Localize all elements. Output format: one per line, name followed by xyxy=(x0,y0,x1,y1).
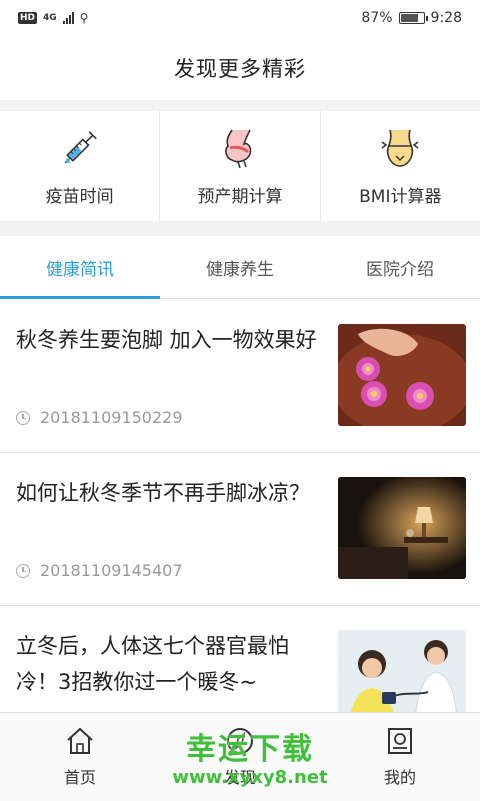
status-bar: HD 4G ⚲ 87% 9:28 xyxy=(0,0,480,36)
news-time: 20181109150229 xyxy=(16,408,183,427)
timestamp: 20181109145407 xyxy=(40,561,183,580)
bedroom-lamp-image xyxy=(338,477,466,579)
status-right: 87% 9:28 xyxy=(361,10,462,26)
nav-label: 发现 xyxy=(223,768,256,787)
list-item[interactable]: 秋冬养生要泡脚 加入一物效果好 20181109150229 xyxy=(0,300,480,453)
tool-bmi[interactable]: BMI计算器 xyxy=(321,111,480,221)
tool-label: BMI计算器 xyxy=(359,186,442,207)
divider xyxy=(0,100,480,111)
foot-soak-flowers-image xyxy=(338,324,466,426)
waist-measure-icon xyxy=(381,129,419,167)
tab-health-news[interactable]: 健康简讯 xyxy=(0,236,160,299)
list-item[interactable]: 如何让秋冬季节不再手脚冰凉？ 20181109145407 xyxy=(0,453,480,606)
battery-icon xyxy=(398,12,428,24)
tool-label: 疫苗时间 xyxy=(45,186,114,207)
hd-badge: HD xyxy=(18,12,38,24)
news-title: 立冬后，人体这七个器官最怕冷！3招教你过一个暖冬~ xyxy=(16,634,289,694)
news-list: 秋冬养生要泡脚 加入一物效果好 20181109150229 如何让秋冬季节不再… xyxy=(0,300,480,759)
page-title: 发现更多精彩 xyxy=(174,57,306,81)
news-title: 如何让秋冬季节不再手脚冰凉？ xyxy=(16,481,310,505)
battery-fill xyxy=(400,14,418,22)
news-time: 20181109145407 xyxy=(16,561,183,580)
syringe-icon xyxy=(64,130,97,163)
nav-label: 首页 xyxy=(63,768,96,787)
bottom-nav: 首页 发现 我的 xyxy=(0,712,480,801)
clock-icon xyxy=(16,410,30,425)
news-title: 秋冬养生要泡脚 加入一物效果好 xyxy=(16,328,317,352)
discover-icon xyxy=(227,728,253,754)
usb-icon: ⚲ xyxy=(79,11,89,25)
clock-time: 9:28 xyxy=(430,10,462,26)
clock-icon xyxy=(16,563,30,578)
news-tabs: 健康简讯 健康养生 医院介绍 xyxy=(0,236,480,299)
nav-profile[interactable]: 我的 xyxy=(320,713,480,801)
signal-icon xyxy=(62,12,74,24)
profile-icon xyxy=(388,728,412,754)
tab-hospital-intro[interactable]: 医院介绍 xyxy=(320,236,480,298)
nav-label: 我的 xyxy=(383,768,416,787)
tool-grid: 疫苗时间 预产期计算 BMI计算器 xyxy=(0,111,480,221)
nav-home[interactable]: 首页 xyxy=(0,713,160,801)
tool-label: 预产期计算 xyxy=(197,186,283,207)
timestamp: 20181109150229 xyxy=(40,408,183,427)
pregnancy-icon xyxy=(225,129,252,168)
divider xyxy=(0,221,480,236)
tool-due-date[interactable]: 预产期计算 xyxy=(160,111,321,221)
status-left: HD 4G ⚲ xyxy=(18,11,88,25)
battery-percent: 87% xyxy=(361,10,393,26)
network-type: 4G xyxy=(43,13,57,23)
tool-vaccine-time[interactable]: 疫苗时间 xyxy=(0,111,161,221)
tab-health-care[interactable]: 健康养生 xyxy=(160,236,320,298)
home-icon xyxy=(67,727,93,754)
nav-discover[interactable]: 发现 xyxy=(160,713,320,801)
